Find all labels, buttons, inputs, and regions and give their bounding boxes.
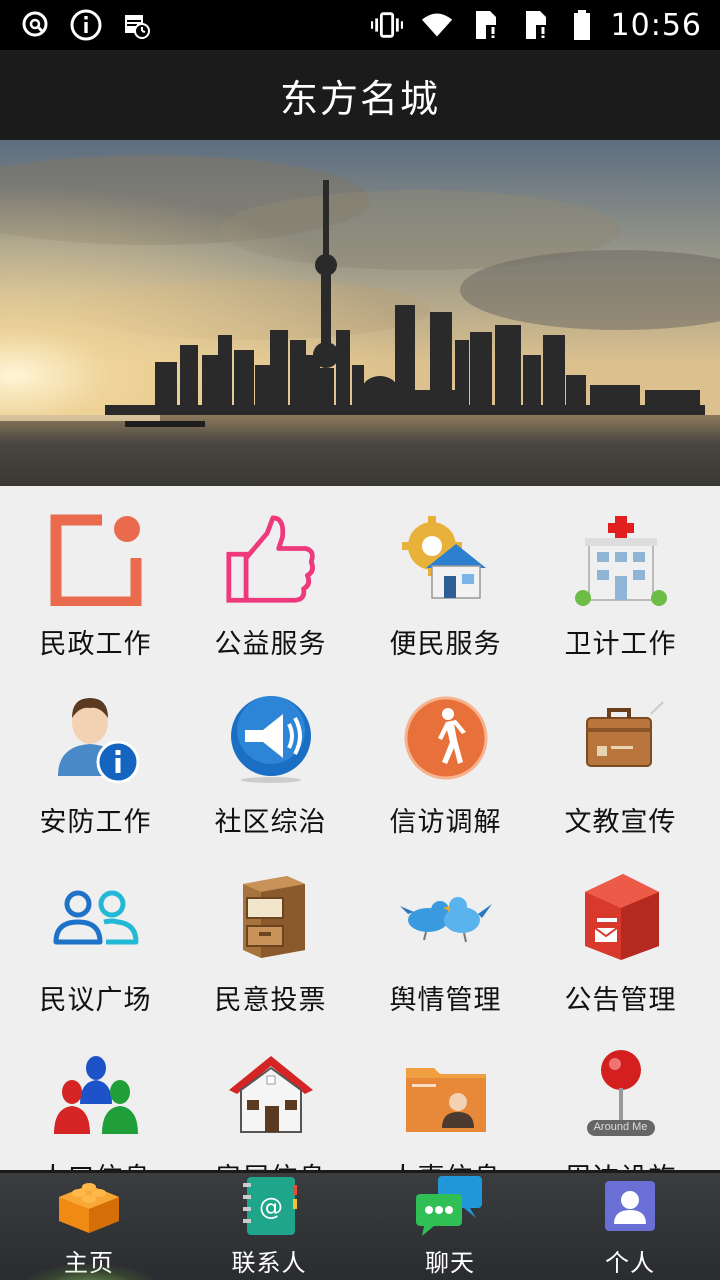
grid-item-nearby-facilities[interactable]: Around Me 周边设施 <box>533 1020 708 1170</box>
status-left-icons <box>20 9 152 41</box>
chat-bubbles-icon <box>414 1173 486 1239</box>
grid-item-label: 安防工作 <box>39 807 152 838</box>
grid-item-label: 房屋信息 <box>215 1156 327 1170</box>
briefcase-icon <box>575 692 667 784</box>
search-circle-icon <box>20 9 52 41</box>
grid-item-convenience-services[interactable]: 便民服务 <box>358 486 533 664</box>
grid-item-housing[interactable]: 房屋信息 <box>183 1020 358 1170</box>
grid-item-label: 信访调解 <box>389 807 502 838</box>
grid-item-label: 民议广场 <box>39 985 152 1016</box>
status-bar: 10:56 <box>0 0 720 50</box>
grid-item-public-opinion[interactable]: 舆情管理 <box>358 842 533 1020</box>
personnel-folder-icon <box>400 1048 492 1140</box>
grid-item-label: 社区综治 <box>214 807 327 838</box>
grid-item-announcements[interactable]: 公告管理 <box>533 842 708 1020</box>
grid-item-label: 卫计工作 <box>564 629 677 660</box>
grid-item-label: 民意投票 <box>214 985 327 1016</box>
population-icon <box>50 1048 142 1140</box>
map-pin-icon: Around Me <box>575 1048 667 1140</box>
grid-item-public-voting[interactable]: 民意投票 <box>183 842 358 1020</box>
grid-item-label: 便民服务 <box>389 629 502 660</box>
grid-item-personnel[interactable]: 人事信息 <box>358 1020 533 1170</box>
house-gear-icon <box>400 514 492 606</box>
lego-brick-icon <box>53 1173 125 1239</box>
sim2-alert-icon <box>521 9 553 41</box>
battery-icon <box>571 9 593 41</box>
grid-item-label: 民政工作 <box>39 629 152 660</box>
feature-grid: 民政工作 公益服务 便民服务 卫计工作 安防工作 社区综治 信访调解 文教宣传 … <box>0 486 720 1170</box>
nav-item-chat[interactable]: 聊天 <box>360 1173 540 1280</box>
banner-image[interactable] <box>0 140 720 486</box>
calendar-clock-icon <box>120 9 152 41</box>
nav-item-contacts[interactable]: @ 联系人 <box>178 1173 360 1280</box>
grid-item-label: 人事信息 <box>390 1156 502 1170</box>
civil-affairs-icon <box>50 514 142 606</box>
nav-label: 联系人 <box>231 1249 307 1277</box>
grid-item-security[interactable]: 安防工作 <box>8 664 183 842</box>
grid-item-public-welfare[interactable]: 公益服务 <box>183 486 358 664</box>
grid-item-health[interactable]: 卫计工作 <box>533 486 708 664</box>
profile-icon <box>594 1173 666 1239</box>
nav-item-profile[interactable]: 个人 <box>540 1173 720 1280</box>
hospital-icon <box>574 514 667 606</box>
active-glow <box>20 1264 160 1280</box>
megaphone-icon <box>225 692 317 784</box>
page-title: 东方名城 <box>279 76 440 121</box>
address-book-icon: @ <box>233 1173 305 1239</box>
grid-item-label: 人口信息 <box>40 1156 152 1170</box>
person-info-icon <box>50 692 142 784</box>
nav-item-home[interactable]: 主页 <box>0 1173 178 1280</box>
grid-item-label: 公益服务 <box>214 629 327 660</box>
grid-item-population[interactable]: 人口信息 <box>8 1020 183 1170</box>
grid-item-label: 公告管理 <box>564 985 677 1016</box>
info-icon <box>70 9 102 41</box>
bottom-navigation: 主页 @ 联系人 聊天 个人 <box>0 1170 720 1280</box>
vibrate-icon <box>370 9 403 41</box>
clock: 10:56 <box>610 7 702 43</box>
city-skyline-photo <box>0 140 720 486</box>
grid-item-civil-affairs[interactable]: 民政工作 <box>8 486 183 664</box>
grid-item-label: 舆情管理 <box>389 985 502 1016</box>
grid-item-petition-mediation[interactable]: 信访调解 <box>358 664 533 842</box>
grid-item-label: 周边设施 <box>565 1156 677 1170</box>
grid-item-culture-education[interactable]: 文教宣传 <box>533 664 708 842</box>
file-cabinet-icon <box>225 870 317 962</box>
birds-icon <box>399 870 492 962</box>
thumbs-up-icon <box>225 514 317 606</box>
grid-item-community-governance[interactable]: 社区综治 <box>183 664 358 842</box>
grid-item-label: 文教宣传 <box>564 807 677 838</box>
nav-label: 个人 <box>605 1249 655 1277</box>
sim1-alert-icon <box>471 9 503 41</box>
grid-item-public-forum[interactable]: 民议广场 <box>8 842 183 1020</box>
nav-label: 聊天 <box>425 1249 475 1277</box>
house-icon <box>225 1048 317 1140</box>
two-people-icon <box>50 870 142 962</box>
pin-label: Around Me <box>593 1121 648 1133</box>
app-bar: 东方名城 <box>0 50 720 140</box>
walking-person-icon <box>400 692 492 784</box>
status-right-icons: 10:56 <box>370 7 702 43</box>
mailbox-icon <box>575 870 667 962</box>
wifi-icon <box>421 9 453 41</box>
svg-text:@: @ <box>259 1193 283 1221</box>
